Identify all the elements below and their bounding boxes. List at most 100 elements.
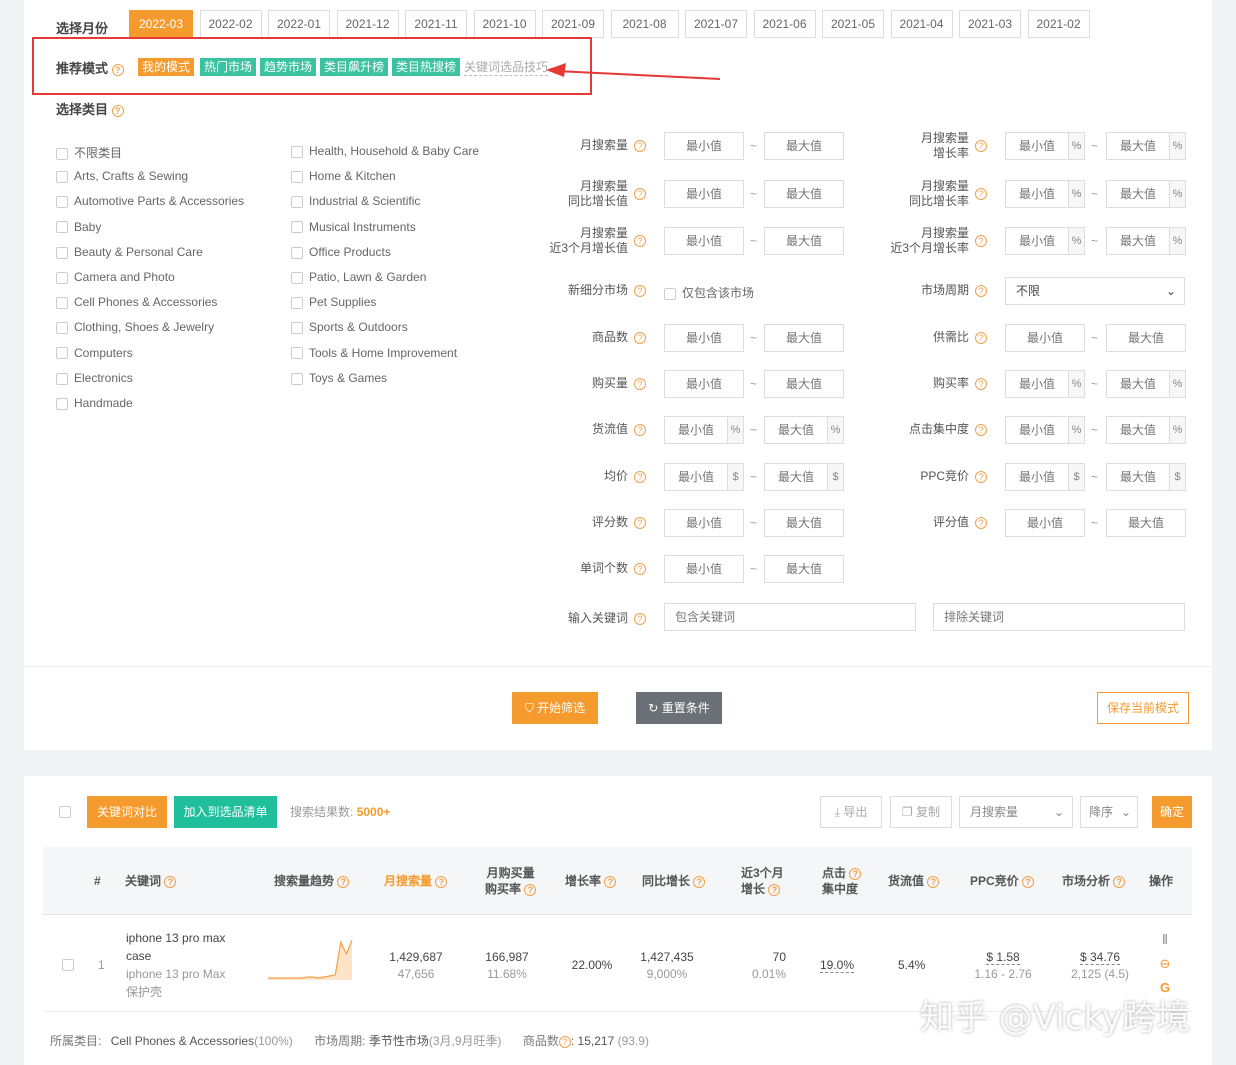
category-option[interactable]: Patio, Lawn & Garden [291,270,426,284]
category-option[interactable]: Baby [56,220,101,234]
more-icon[interactable]: ⊖ [1157,952,1173,976]
save-mode-button[interactable]: 保存当前模式 [1097,692,1189,724]
min-input[interactable] [664,180,744,208]
max-input[interactable] [764,555,844,583]
row-click-concentration[interactable]: 19.0% [820,958,855,973]
category-option[interactable]: Cell Phones & Accessories [56,295,217,309]
help-icon[interactable]: ? [634,423,646,436]
min-input[interactable] [1005,509,1085,537]
help-icon[interactable]: ? [524,883,537,896]
exclude-keyword-input[interactable] [933,603,1185,631]
market-cycle-select[interactable]: 不限 ⌄ [1005,277,1185,305]
search-trend-sparkline[interactable] [267,936,353,984]
max-input[interactable] [1106,227,1170,255]
help-icon[interactable]: ? [634,235,646,247]
category-checkbox[interactable] [56,196,68,209]
max-input[interactable] [764,324,844,352]
help-icon[interactable]: ? [975,140,987,152]
help-icon[interactable]: ? [975,331,987,344]
month-tab-2022-03[interactable]: 2022-03 [129,10,193,38]
col-flow[interactable]: 货流值 ? [888,873,940,889]
min-input[interactable] [664,416,728,444]
category-option[interactable]: Arts, Crafts & Sewing [56,169,188,183]
month-tab-2021-03[interactable]: 2021-03 [959,10,1021,38]
help-icon[interactable]: ? [975,377,987,390]
new-market-checkbox[interactable] [664,287,676,300]
category-option[interactable]: Handmade [56,396,133,410]
month-tab-2021-11[interactable]: 2021-11 [405,10,467,38]
min-input[interactable] [1005,324,1085,352]
month-tab-2021-02[interactable]: 2021-02 [1027,10,1090,38]
month-tab-2021-05[interactable]: 2021-05 [822,10,884,38]
help-icon[interactable]: ? [634,377,646,390]
reset-button[interactable]: ↻ 重置条件 [636,692,722,724]
help-icon[interactable]: ? [111,104,124,117]
max-input[interactable] [764,463,828,491]
month-tab-2022-02[interactable]: 2022-02 [199,10,262,38]
help-icon[interactable]: ? [634,612,646,625]
keyword-compare-button[interactable]: 关键词对比 [87,796,167,828]
col-ppc[interactable]: PPC竞价 ? [970,873,1035,889]
min-input[interactable] [664,132,744,160]
max-input[interactable] [764,132,844,160]
confirm-button[interactable]: 确定 [1152,796,1192,828]
category-checkbox[interactable] [291,347,303,360]
min-input[interactable] [1005,227,1069,255]
help-icon[interactable]: ? [927,875,940,888]
category-checkbox[interactable] [56,372,68,385]
help-icon[interactable]: ? [435,875,448,888]
category-checkbox[interactable] [291,145,303,158]
category-checkbox[interactable] [56,147,68,160]
category-checkbox[interactable] [291,322,303,335]
category-checkbox[interactable] [56,221,68,234]
category-checkbox[interactable] [291,297,303,310]
max-input[interactable] [1106,132,1170,160]
category-option[interactable]: Automotive Parts & Accessories [56,194,244,208]
min-input[interactable] [664,555,744,583]
footer-category[interactable]: Cell Phones & Accessories [111,1034,254,1048]
new-market-checkbox-row[interactable]: 仅包含该市场 [664,284,754,301]
max-input[interactable] [764,180,844,208]
min-input[interactable] [1005,180,1069,208]
help-icon[interactable]: ? [768,883,781,896]
min-input[interactable] [664,463,728,491]
col-monthly-search[interactable]: 月搜索量 ? [384,873,448,889]
col-yoy[interactable]: 同比增长 ? [642,873,706,889]
col-click-concentration[interactable]: 点击 ? 集中度 [822,865,862,897]
help-icon[interactable]: ? [975,423,987,436]
min-input[interactable] [664,324,744,352]
category-option[interactable]: Industrial & Scientific [291,194,420,208]
help-icon[interactable]: ? [634,331,646,344]
min-input[interactable] [1005,463,1069,491]
category-option[interactable]: Computers [56,346,133,360]
min-input[interactable] [1005,370,1069,398]
col-monthly-buy[interactable]: 月购买量 购买率 ? [485,865,537,897]
help-icon[interactable]: ? [1113,875,1126,888]
help-icon[interactable]: ? [634,470,646,483]
help-icon[interactable]: ? [634,284,646,297]
category-checkbox[interactable] [291,171,303,184]
help-icon[interactable]: ? [164,875,177,888]
row-keyword[interactable]: iphone 13 pro max case iphone 13 pro Max… [126,929,225,1001]
category-option[interactable]: Health, Household & Baby Care [291,144,479,158]
bar-chart-icon[interactable]: ⫴ [1157,928,1173,952]
help-icon[interactable]: ? [1022,875,1035,888]
month-tab-2021-06[interactable]: 2021-06 [753,10,816,38]
category-checkbox[interactable] [56,322,68,335]
category-option[interactable]: Tools & Home Improvement [291,346,457,360]
help-icon[interactable]: ? [634,188,646,200]
max-input[interactable] [1106,416,1170,444]
category-option[interactable]: Electronics [56,371,133,385]
min-input[interactable] [1005,416,1069,444]
help-icon[interactable]: ? [337,875,350,888]
start-filter-button[interactable]: ⛉ 开始筛选 [512,692,598,724]
category-option[interactable]: Sports & Outdoors [291,320,408,334]
category-checkbox[interactable] [56,297,68,310]
help-icon[interactable]: ? [634,516,646,529]
category-checkbox[interactable] [291,221,303,234]
min-input[interactable] [664,509,744,537]
category-checkbox[interactable] [291,246,303,259]
category-checkbox[interactable] [56,171,68,184]
max-input[interactable] [1106,370,1170,398]
help-icon[interactable]: ? [975,470,987,483]
